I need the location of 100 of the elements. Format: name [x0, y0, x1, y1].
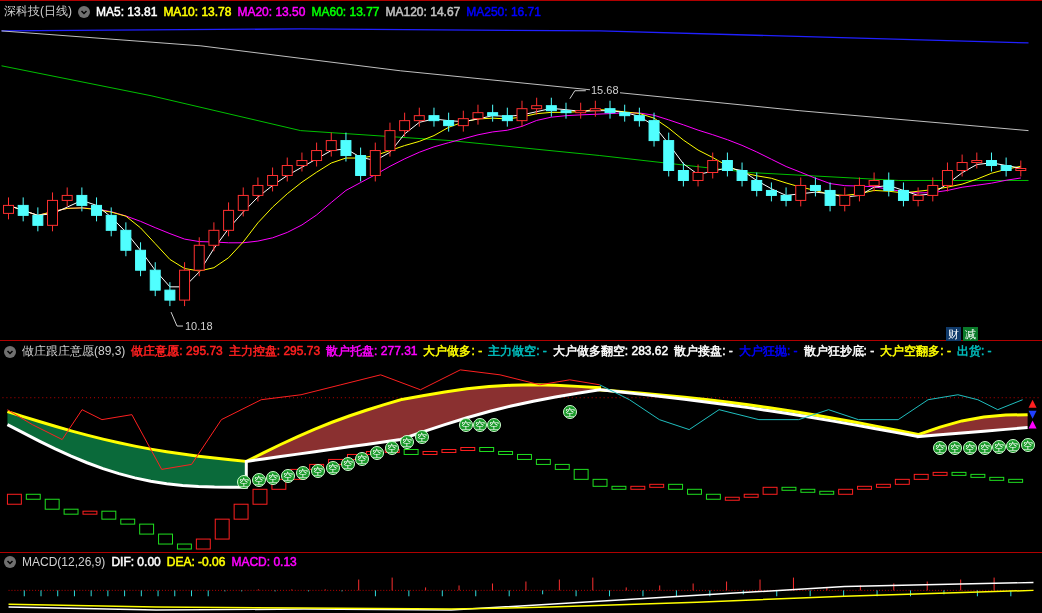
- candlestick: [105, 206, 117, 237]
- candlestick: [164, 281, 176, 307]
- histogram-bar: [781, 486, 797, 491]
- signal-marker: 空: [296, 466, 310, 480]
- candlestick: [839, 186, 851, 212]
- signal-marker: 空: [326, 461, 340, 475]
- histogram-bar: [668, 483, 684, 490]
- candlestick: [501, 107, 513, 128]
- histogram-bar: [252, 488, 268, 505]
- candlestick: [575, 102, 587, 120]
- histogram-bar: [630, 485, 646, 490]
- candlestick: [296, 152, 308, 172]
- indicator-value: MACD: 0.13: [231, 555, 297, 569]
- candlestick: [809, 177, 821, 197]
- candlestick: [223, 201, 235, 237]
- indicator-value: DEA: -0.06: [166, 555, 226, 569]
- chart-title: 深科技(日线): [4, 3, 72, 20]
- signal-marker: 空: [281, 469, 295, 483]
- candlestick: [120, 221, 132, 257]
- histogram-bar: [989, 476, 1005, 481]
- indicator-value: MA5: 13.81: [96, 4, 158, 19]
- candlestick: [149, 261, 161, 297]
- histogram-bar: [611, 485, 627, 490]
- histogram-bar: [894, 478, 910, 485]
- dropdown-icon[interactable]: [78, 5, 90, 18]
- histogram-bar: [743, 493, 759, 498]
- histogram-bar: [479, 447, 495, 452]
- histogram-bar: [819, 490, 835, 495]
- candlestick: [604, 100, 616, 120]
- candlestick: [208, 221, 220, 252]
- histogram-bar: [554, 463, 570, 470]
- indicator-value: MA10: 13.78: [163, 4, 232, 19]
- candlestick: [267, 167, 279, 192]
- candlestick: [589, 100, 601, 118]
- candlestick: [487, 104, 499, 123]
- candlestick: [384, 122, 396, 158]
- histogram-bar: [195, 538, 211, 550]
- histogram-bar: [932, 471, 948, 476]
- indicator-value: MA120: 14.67: [385, 4, 461, 19]
- indicator-value: 散户托盘: 277.31: [326, 343, 418, 360]
- candlestick: [472, 104, 484, 126]
- leader-line: [170, 311, 184, 327]
- candlestick: [619, 104, 631, 123]
- histogram-bar: [913, 473, 929, 480]
- candlestick: [868, 172, 880, 192]
- candlestick: [516, 100, 528, 128]
- price-label: 10.18: [184, 320, 214, 332]
- histogram-bar: [970, 473, 986, 478]
- histogram-bar: [403, 449, 419, 455]
- candlestick: [927, 177, 939, 202]
- candlestick: [340, 132, 352, 163]
- histogram-bar: [158, 533, 173, 545]
- signal-marker: 空: [355, 452, 369, 466]
- signal-marker: 空: [948, 441, 962, 455]
- candlestick: [32, 206, 44, 232]
- signal-marker: 空: [487, 418, 501, 432]
- indicator-value: 大户狂抛: -: [738, 343, 798, 360]
- candlestick: [17, 196, 29, 222]
- histogram-bar: [441, 449, 457, 453]
- candlestick: [941, 162, 953, 192]
- candlestick: [765, 181, 777, 202]
- histogram-bar: [951, 471, 967, 476]
- signal-marker: 空: [341, 457, 355, 471]
- histogram-bar: [120, 518, 136, 525]
- histogram-bar: [517, 453, 532, 460]
- dropdown-icon[interactable]: [4, 345, 16, 358]
- signal-marker: 空: [933, 441, 947, 455]
- candlestick: [663, 132, 675, 177]
- histogram-bar: [233, 503, 249, 520]
- signal-marker: 空: [963, 441, 977, 455]
- candlestick: [707, 152, 719, 179]
- histogram-bar: [705, 493, 721, 500]
- histogram-bar: [139, 523, 155, 535]
- candlestick: [237, 186, 249, 217]
- signal-marker: 空: [400, 435, 414, 449]
- candlestick: [531, 97, 543, 116]
- candlestick: [355, 147, 367, 182]
- indicator-title: MACD(12,26,9): [22, 555, 106, 569]
- candlestick: [648, 112, 660, 148]
- indicator-value: MA60: 13.77: [311, 4, 380, 19]
- dropdown-icon[interactable]: [4, 556, 16, 568]
- indicator-value: 大户做多: -: [423, 343, 483, 360]
- candlestick: [76, 186, 88, 212]
- histogram-bar: [762, 486, 778, 495]
- candlestick: [692, 164, 704, 187]
- candlestick: [736, 162, 748, 187]
- histogram-bar: [101, 510, 117, 520]
- candlestick: [325, 132, 337, 158]
- candlestick: [780, 186, 792, 207]
- candlestick: [795, 177, 807, 207]
- candlestick: [281, 157, 293, 182]
- histogram-bar: [838, 488, 854, 495]
- signal-marker: 空: [266, 471, 280, 485]
- histogram-bar: [82, 510, 98, 515]
- candlestick: [179, 261, 191, 307]
- candlestick: [824, 181, 836, 212]
- indicator-value: 做庄意愿: 295.73: [131, 343, 223, 360]
- histogram-bar: [724, 496, 740, 501]
- candlestick: [897, 181, 909, 207]
- indicator-title: 做庄跟庄意愿(89,3): [22, 343, 126, 360]
